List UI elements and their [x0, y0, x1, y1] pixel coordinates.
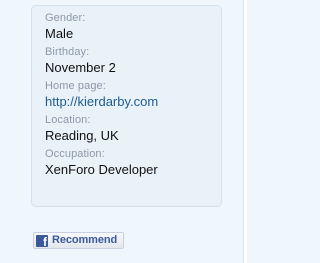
home-page-link[interactable]: http://kierdarby.com — [45, 93, 221, 110]
birthday-value: November 2 — [45, 60, 116, 75]
profile-info-card: Gender: Male Birthday: November 2 Home p… — [31, 5, 222, 207]
occupation-value: XenForo Developer — [45, 162, 158, 177]
facebook-icon: f — [36, 234, 48, 247]
facebook-icon-glyph: f — [43, 234, 47, 247]
recommend-label: Recommend — [52, 234, 118, 246]
facebook-recommend-button[interactable]: f Recommend — [33, 232, 125, 249]
occupation-field: Occupation: XenForo Developer — [45, 148, 221, 178]
sidebar-divider — [243, 0, 247, 263]
location-field: Location: Reading, UK — [45, 114, 221, 144]
gender-label: Gender: — [45, 12, 86, 24]
birthday-label: Birthday: — [45, 46, 90, 58]
location-label: Location: — [45, 114, 91, 126]
location-value: Reading, UK — [45, 128, 119, 143]
gender-field: Gender: Male — [45, 12, 221, 42]
occupation-label: Occupation: — [45, 148, 105, 160]
gender-value: Male — [45, 26, 74, 41]
birthday-field: Birthday: November 2 — [45, 46, 221, 76]
profile-sidebar: Gender: Male Birthday: November 2 Home p… — [0, 0, 247, 263]
home-page-label: Home page: — [45, 80, 106, 92]
home-page-field: Home page: http://kierdarby.com — [45, 80, 221, 110]
